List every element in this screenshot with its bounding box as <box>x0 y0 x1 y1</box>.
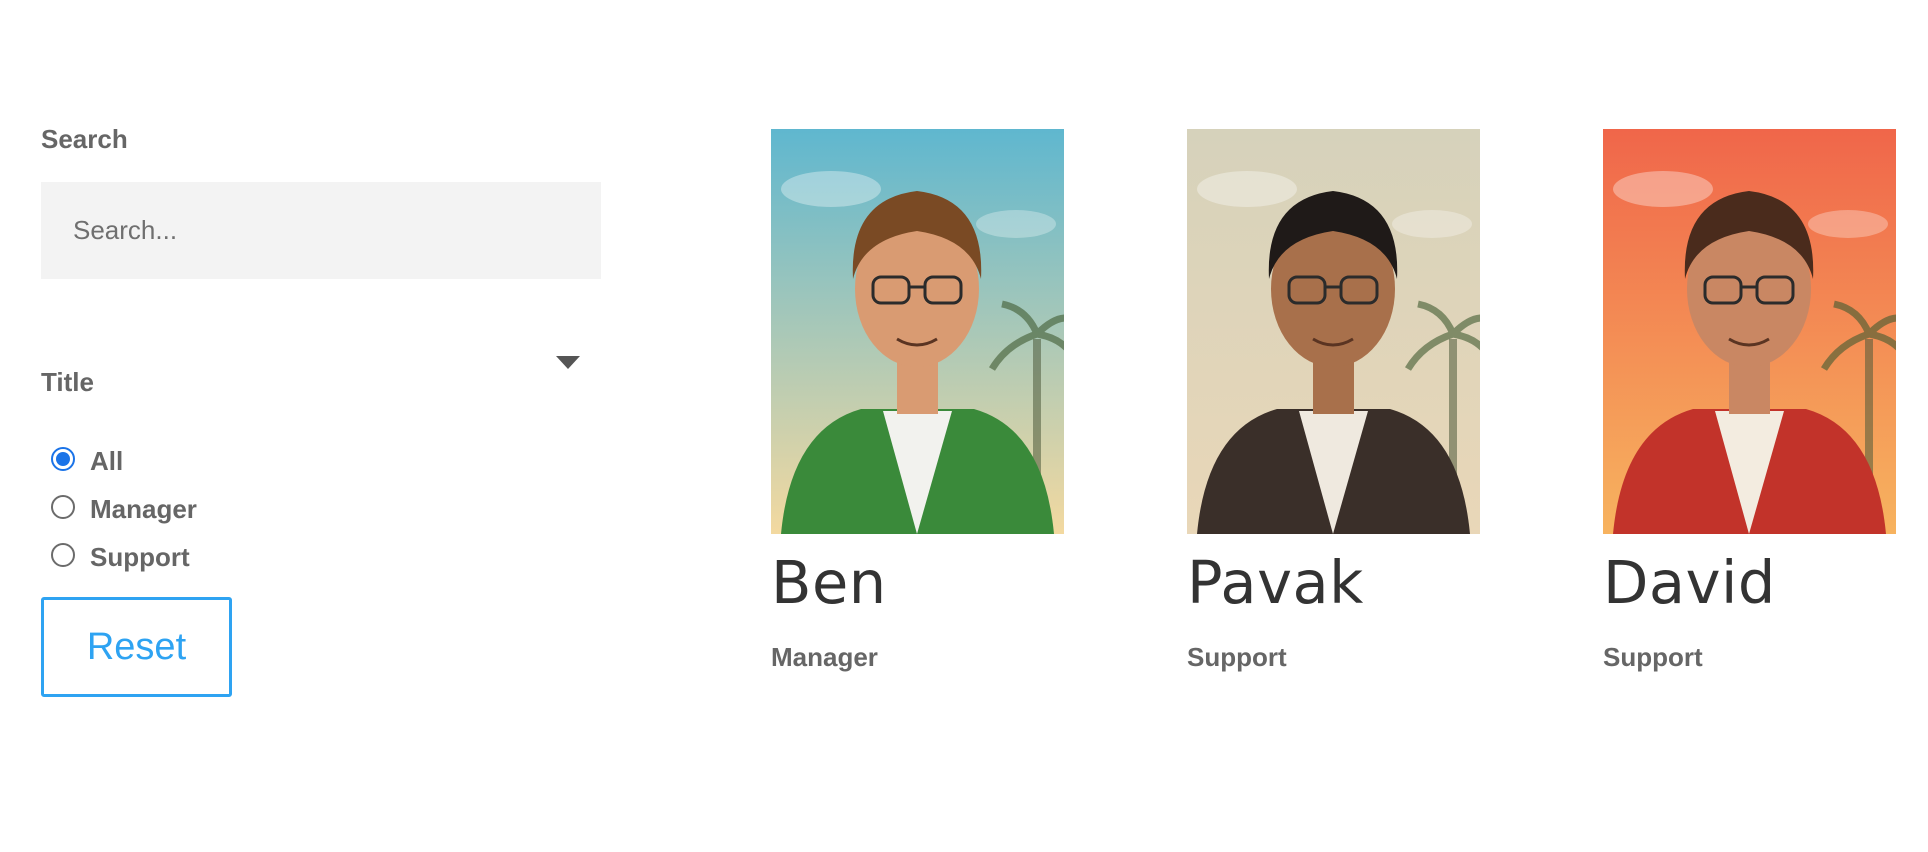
radio-label-support: Support <box>90 541 190 572</box>
team-directory-page: Search Title All Manager Support Reset <box>0 0 1928 852</box>
member-name: Pavak <box>1187 548 1364 617</box>
team-member-card[interactable]: David Support <box>1603 129 1896 673</box>
team-member-card[interactable]: Ben Manager <box>771 129 1064 673</box>
filter-sidebar: Search Title All Manager Support Reset <box>41 126 601 697</box>
title-filter-header[interactable]: Title <box>41 356 601 397</box>
member-role: Support <box>1603 641 1703 672</box>
search-input[interactable] <box>41 182 601 279</box>
caret-down-icon[interactable] <box>556 356 580 369</box>
team-grid: Ben Manager Pavak Support David Support <box>771 129 1896 673</box>
member-name: Ben <box>771 548 887 617</box>
radio-label-all: All <box>90 445 124 476</box>
member-role: Support <box>1187 641 1287 672</box>
radio-label-manager: Manager <box>90 493 197 524</box>
search-label: Search <box>41 124 128 154</box>
radio-option-manager[interactable]: Manager <box>41 483 601 531</box>
reset-button[interactable]: Reset <box>41 597 232 697</box>
radio-option-all[interactable]: All <box>41 435 601 483</box>
title-filter-label: Title <box>41 367 94 397</box>
radio-button-support[interactable] <box>51 543 75 567</box>
member-role: Manager <box>771 641 878 672</box>
title-radio-group: All Manager Support <box>41 435 601 579</box>
member-name: David <box>1603 548 1776 617</box>
member-photo[interactable] <box>771 129 1064 534</box>
member-photo[interactable] <box>1603 129 1896 534</box>
member-photo[interactable] <box>1187 129 1480 534</box>
team-member-card[interactable]: Pavak Support <box>1187 129 1480 673</box>
radio-button-manager[interactable] <box>51 495 75 519</box>
radio-option-support[interactable]: Support <box>41 531 601 579</box>
radio-button-all[interactable] <box>51 447 75 471</box>
